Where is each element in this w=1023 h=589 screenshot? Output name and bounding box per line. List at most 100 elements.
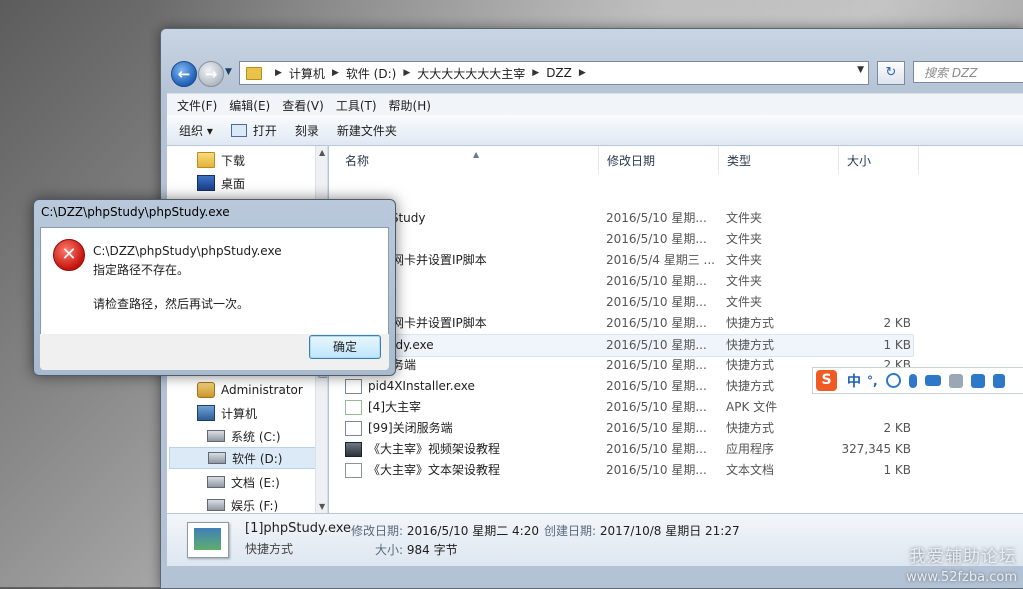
file-type: APK 文件 — [726, 400, 778, 414]
file-type: 应用程序 — [726, 442, 775, 456]
file-date: 2016/5/10 星期... — [606, 358, 707, 372]
column-type[interactable]: 类型 — [719, 146, 839, 174]
back-button[interactable]: ← — [171, 61, 197, 87]
nav-item-administrator[interactable]: Administrator — [197, 379, 303, 401]
nav-item-drive-d[interactable]: 软件 (D:) — [169, 447, 325, 469]
burn-button[interactable]: 刻录 — [295, 122, 319, 139]
file-name-cell: [4]大主宰 — [345, 397, 595, 418]
file-name: 《大主宰》文本架设教程 — [368, 463, 501, 477]
nav-item-drive-c[interactable]: 系统 (C:) — [207, 425, 281, 447]
lnk-icon — [345, 379, 362, 394]
file-name: pid4XInstaller.exe — [368, 379, 475, 393]
dialog-message: 指定路径不存在。 — [93, 263, 190, 277]
created-value: 2017/10/8 星期日 21:27 — [599, 524, 740, 538]
chevron-right-icon[interactable]: ▶ — [403, 68, 410, 78]
file-row[interactable]: 工具2016/5/10 星期...文件夹 — [329, 292, 1023, 313]
error-icon: ✕ — [53, 239, 85, 271]
emoji-icon[interactable] — [885, 373, 901, 388]
file-date: 2016/5/10 星期... — [606, 379, 707, 393]
file-row[interactable]: [4]大主宰 2016/5/10 星期... APK 文件 — [329, 397, 1023, 418]
open-button-label: 打开 — [252, 123, 277, 138]
chevron-right-icon[interactable]: ▶ — [275, 68, 282, 78]
file-row[interactable]: 《大主宰》视频架设教程 2016/5/10 星期... 应用程序 327,345 KB — [329, 439, 1023, 460]
apk-icon — [345, 400, 362, 415]
file-name-cell: pid4XInstaller.exe — [345, 376, 595, 397]
sogou-logo-icon[interactable]: S — [816, 370, 837, 391]
watermark-text: 我爱辅助论坛 — [909, 547, 1017, 567]
file-date: 2016/5/10 星期... — [606, 421, 707, 435]
sort-ascending-icon: ▲ — [473, 150, 480, 159]
file-name-cell: 《大主宰》视频架设教程 — [345, 439, 595, 460]
file-type: 文件夹 — [726, 274, 763, 288]
modified-label: 修改日期: — [351, 524, 404, 538]
nav-item-drive-f[interactable]: 娱乐 (F:) — [207, 494, 278, 513]
file-name: [99]关闭服务端 — [368, 421, 453, 435]
ime-toolbar[interactable]: S 中 °, — [812, 367, 1023, 394]
breadcrumb-computer[interactable]: 计算机 — [289, 65, 325, 82]
menu-tools[interactable]: 工具(T) — [336, 97, 377, 114]
file-row[interactable]: r2016/5/10 星期...文件夹 — [329, 229, 1023, 250]
refresh-button[interactable]: ↻ — [877, 61, 905, 85]
ok-button[interactable]: 确定 — [309, 335, 381, 359]
nav-item-downloads[interactable]: 下载 — [197, 149, 245, 171]
keyboard-icon[interactable] — [924, 375, 941, 386]
microphone-icon[interactable] — [908, 373, 917, 388]
nav-item-computer[interactable]: 计算机 — [197, 402, 257, 424]
file-row[interactable]: pStudy.exe 2016/5/10 星期... 快捷方式 1 KB — [337, 334, 914, 357]
nav-label: 下载 — [221, 153, 246, 168]
menu-edit[interactable]: 编辑(E) — [229, 97, 270, 114]
size-value: 984 字节 — [406, 543, 458, 557]
column-size[interactable]: 大小 — [839, 146, 919, 174]
column-name[interactable]: ▲ 名称 — [337, 146, 599, 174]
menu-view[interactable]: 查看(V) — [282, 97, 324, 114]
chevron-right-icon[interactable]: ▶ — [579, 68, 586, 78]
file-size: 2 KB — [883, 421, 911, 435]
organize-button[interactable]: 组织 ▾ — [179, 122, 213, 139]
breadcrumb-current[interactable]: DZZ — [546, 66, 572, 80]
menu-file[interactable]: 文件(F) — [177, 97, 217, 114]
column-modified[interactable]: 修改日期 — [599, 146, 719, 174]
drive-icon — [207, 430, 225, 442]
txt-icon — [345, 463, 362, 478]
file-row[interactable]: [99]关闭服务端 2016/5/10 星期... 快捷方式 2 KB — [329, 418, 1023, 439]
new-folder-button[interactable]: 新建文件夹 — [337, 122, 397, 139]
file-row[interactable]: 《大主宰》文本架设教程 2016/5/10 星期... 文本文档 1 KB — [329, 460, 1023, 481]
wrench-icon[interactable] — [992, 373, 1005, 388]
address-bar[interactable]: ▶ 计算机 ▶ 软件 (D:) ▶ 大大大大大大大主宰 ▶ DZZ ▶ ▼ — [239, 61, 869, 85]
chevron-down-icon[interactable]: ▼ — [857, 65, 864, 75]
nav-item-drive-e[interactable]: 文档 (E:) — [207, 471, 280, 493]
file-row[interactable]: 虚拟网卡并设置IP脚本 2016/5/10 星期... 快捷方式 2 KB — [329, 313, 1023, 334]
breadcrumb-drive-d[interactable]: 软件 (D:) — [346, 65, 396, 82]
file-name: 《大主宰》视频架设教程 — [368, 442, 501, 456]
chevron-right-icon[interactable]: ▶ — [332, 68, 339, 78]
ime-mode-toggle[interactable]: 中 — [847, 371, 861, 391]
nav-item-desktop[interactable]: 桌面 — [197, 172, 245, 194]
nav-label: 文档 (E:) — [231, 475, 280, 490]
scroll-up-icon[interactable]: ▲ — [319, 148, 325, 157]
user-icon[interactable] — [948, 373, 963, 388]
chevron-right-icon[interactable]: ▶ — [532, 68, 539, 78]
watermark-url: www.52fzba.com — [906, 570, 1017, 585]
file-row[interactable]: phpStudy 2016/5/10 星期... 文件夹 — [329, 208, 1023, 229]
search-input[interactable]: 搜索 DZZ — [913, 61, 1023, 83]
file-date: 2016/5/10 星期... — [606, 274, 707, 288]
file-type: 文件夹 — [726, 253, 763, 267]
file-size — [841, 229, 911, 250]
history-dropdown-icon[interactable]: ▼ — [225, 67, 232, 77]
nav-label: 娱乐 (F:) — [231, 498, 279, 513]
file-size: 2 KB — [883, 316, 911, 330]
file-row[interactable]: 虚拟网卡并设置IP脚本 2016/5/4 星期三 ... 文件夹 — [329, 250, 1023, 271]
file-date: 2016/5/10 星期... — [606, 463, 707, 477]
ime-punctuation-toggle[interactable]: °, — [867, 374, 878, 388]
size-label: 大小: — [375, 543, 404, 557]
file-row[interactable]: 图片2016/5/10 星期...文件夹 — [329, 271, 1023, 292]
open-button[interactable]: 打开 — [230, 122, 277, 139]
file-date: 2016/5/10 星期... — [606, 400, 707, 414]
breadcrumb-folder[interactable]: 大大大大大大大主宰 — [417, 65, 525, 82]
scroll-down-icon[interactable]: ▼ — [319, 502, 325, 511]
forward-button[interactable]: → — [198, 61, 224, 87]
file-date: 2016/5/10 星期... — [606, 442, 707, 456]
skin-icon[interactable] — [970, 373, 985, 388]
menu-help[interactable]: 帮助(H) — [389, 97, 431, 114]
file-type: 快捷方式 — [726, 338, 775, 352]
